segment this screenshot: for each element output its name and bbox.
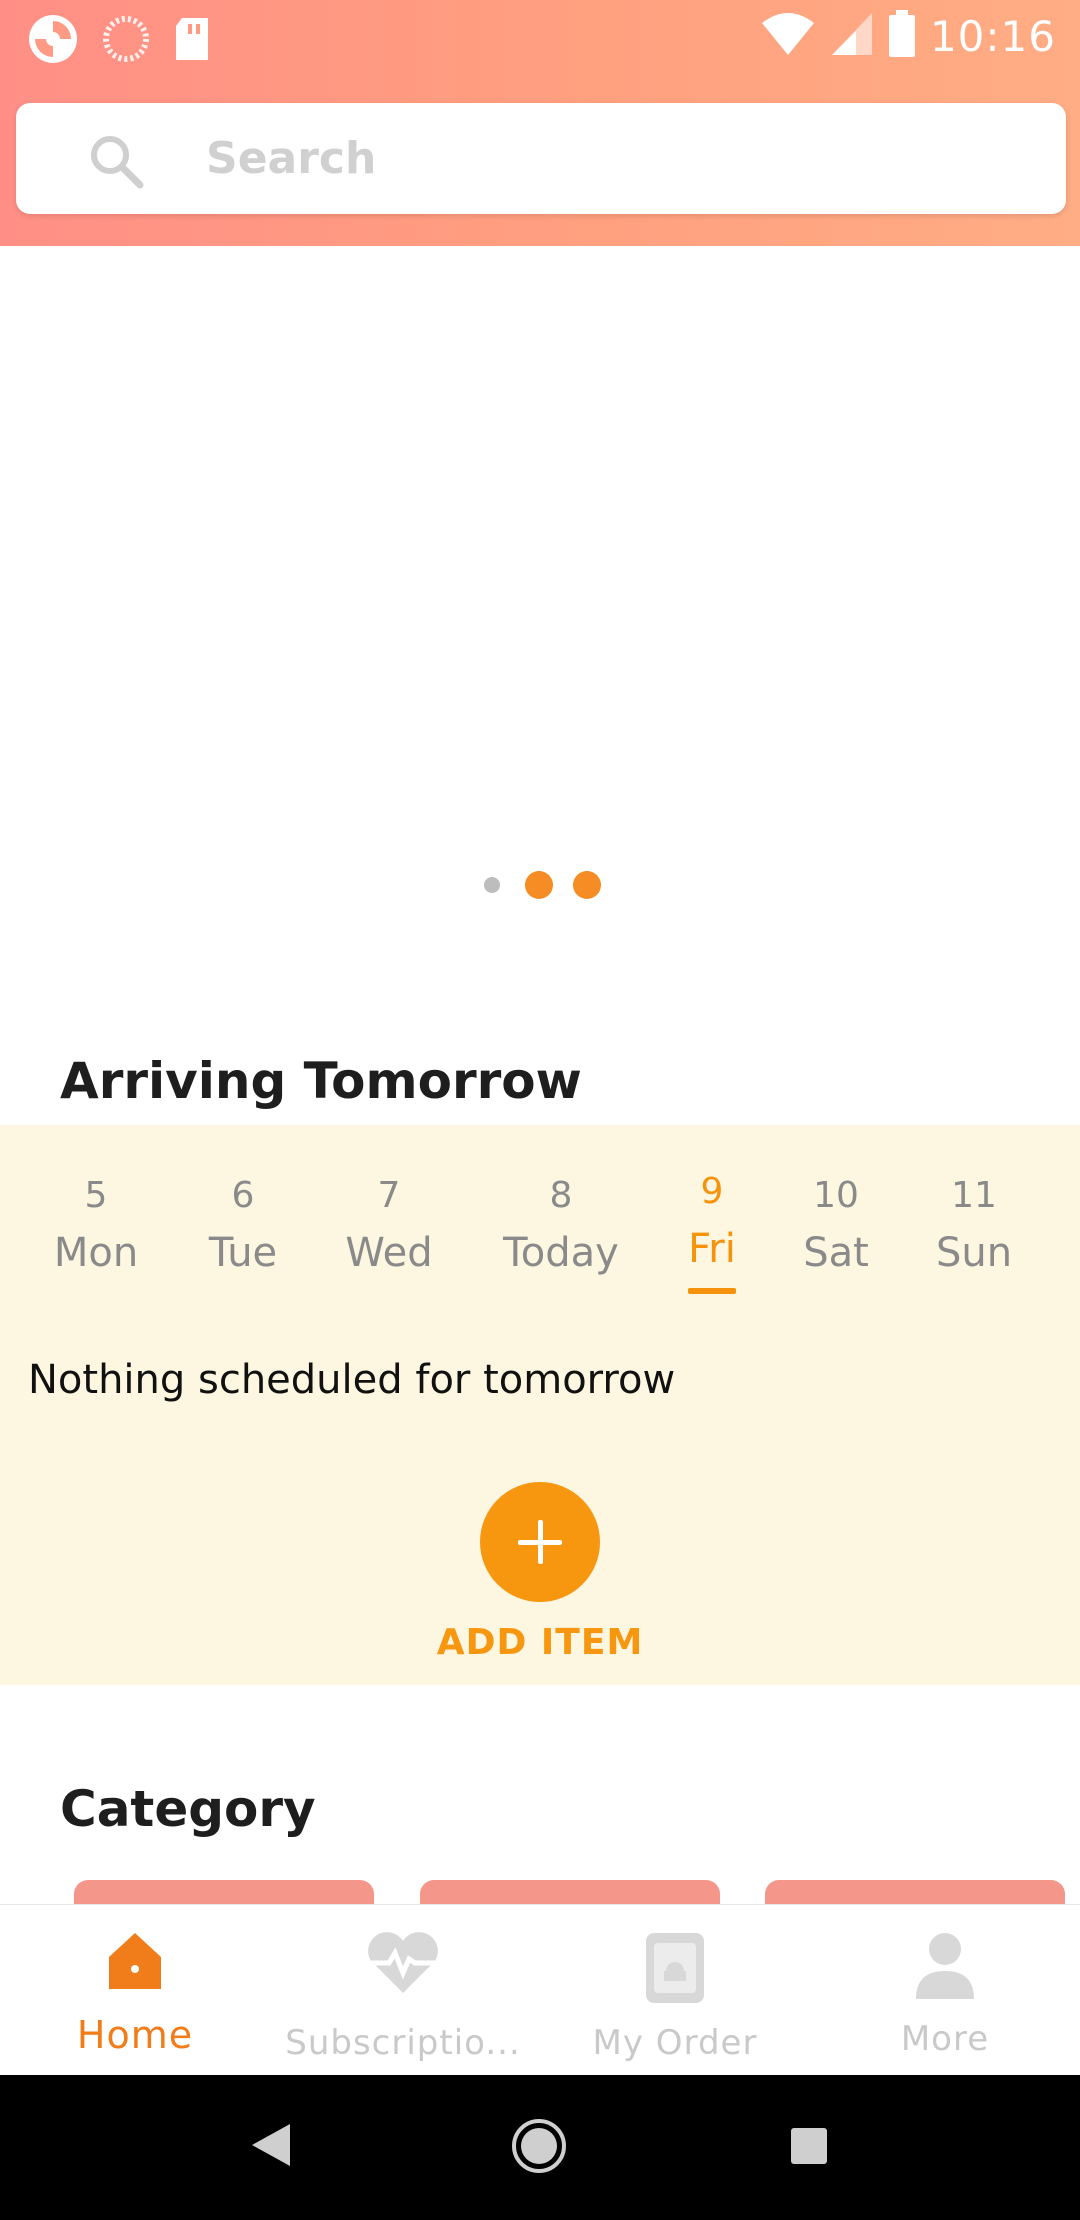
day-name: Mon [53, 1230, 139, 1276]
selected-day-indicator [688, 1288, 736, 1294]
home-circle-icon[interactable] [511, 2118, 567, 2178]
status-left-icons [26, 12, 212, 70]
day-number: 10 [813, 1175, 859, 1216]
order-book-icon [644, 1931, 706, 2009]
home-icon [107, 1931, 163, 1995]
bottom-navigation: Home Subscriptio... My Order More [0, 1904, 1080, 2075]
nav-label: More [900, 2019, 990, 2059]
heartbeat-icon [365, 1931, 441, 1999]
day-number: 7 [377, 1175, 401, 1216]
nav-my-order[interactable]: My Order [540, 1905, 810, 2076]
nav-more[interactable]: More [810, 1905, 1080, 2076]
search-bar[interactable]: Search [16, 103, 1066, 214]
day-number: 9 [700, 1171, 724, 1212]
day-name: Tue [208, 1230, 278, 1276]
day-today[interactable]: 8 Today [496, 1175, 626, 1276]
carousel-dot[interactable] [484, 877, 500, 893]
carousel-dot-active[interactable] [573, 871, 601, 899]
app-screen: 10:16 Search Arriving Tomorrow 5 Mon 6 T… [0, 0, 1080, 2220]
search-input[interactable]: Search [206, 133, 376, 184]
empty-schedule-message: Nothing scheduled for tomorrow [28, 1357, 676, 1403]
carousel-indicator [0, 870, 1080, 900]
banner-carousel[interactable] [0, 246, 1080, 906]
sd-card-icon [172, 16, 212, 66]
wifi-icon [760, 11, 816, 61]
arriving-title: Arriving Tomorrow [60, 1052, 582, 1110]
system-navigation-bar [0, 2075, 1080, 2220]
search-icon [88, 133, 146, 195]
back-icon[interactable] [250, 2122, 292, 2172]
nav-label: Home [76, 2013, 194, 2057]
app-notification-icon [26, 12, 80, 70]
day-fri-selected[interactable]: 9 Fri [647, 1171, 777, 1294]
day-sat[interactable]: 10 Sat [771, 1175, 901, 1276]
day-number: 11 [951, 1175, 997, 1216]
day-number: 8 [549, 1175, 573, 1216]
day-name: Sat [803, 1230, 869, 1276]
carousel-dot[interactable] [525, 871, 553, 899]
arriving-panel: 5 Mon 6 Tue 7 Wed 8 Today 9 Fri 10 Sat 1… [0, 1125, 1080, 1685]
add-item-button[interactable] [480, 1482, 600, 1602]
add-item-label[interactable]: ADD ITEM [0, 1622, 1080, 1663]
day-name: Fri [688, 1226, 736, 1272]
day-mon[interactable]: 5 Mon [31, 1175, 161, 1276]
header: 10:16 Search [0, 0, 1080, 246]
day-number: 5 [84, 1175, 108, 1216]
day-wed[interactable]: 7 Wed [324, 1175, 454, 1276]
day-tue[interactable]: 6 Tue [178, 1175, 308, 1276]
day-name: Sun [935, 1230, 1013, 1276]
day-number: 6 [231, 1175, 255, 1216]
status-bar: 10:16 [0, 0, 1080, 74]
person-icon [914, 1931, 976, 2005]
day-sun[interactable]: 11 Sun [909, 1175, 1039, 1276]
clock: 10:16 [929, 11, 1056, 61]
cell-signal-icon [830, 11, 874, 61]
nav-subscriptions[interactable]: Subscriptio... [268, 1905, 538, 2076]
day-name: Wed [345, 1230, 433, 1276]
nav-home[interactable]: Home [0, 1905, 270, 2076]
nav-label: My Order [592, 2023, 758, 2063]
battery-icon [888, 10, 916, 62]
category-title: Category [60, 1780, 316, 1838]
nav-label: Subscriptio... [285, 2023, 521, 2063]
recents-icon[interactable] [790, 2127, 828, 2169]
day-name: Today [503, 1230, 619, 1276]
status-right-icons: 10:16 [760, 10, 1056, 62]
loading-icon [100, 13, 152, 69]
